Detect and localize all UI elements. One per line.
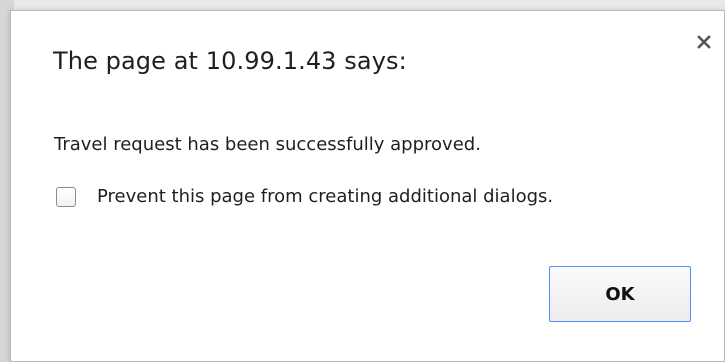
- prevent-dialogs-option[interactable]: Prevent this page from creating addition…: [56, 186, 553, 207]
- ok-button[interactable]: OK: [549, 266, 691, 322]
- close-icon: [697, 35, 711, 49]
- prevent-dialogs-checkbox[interactable]: [56, 186, 76, 207]
- prevent-dialogs-label: Prevent this page from creating addition…: [97, 186, 554, 207]
- alert-dialog: The page at 10.99.1.43 says: Travel requ…: [10, 10, 725, 362]
- dialog-title: The page at 10.99.1.43 says:: [53, 47, 407, 75]
- dialog-message: Travel request has been successfully app…: [54, 134, 481, 155]
- close-button[interactable]: [693, 31, 715, 53]
